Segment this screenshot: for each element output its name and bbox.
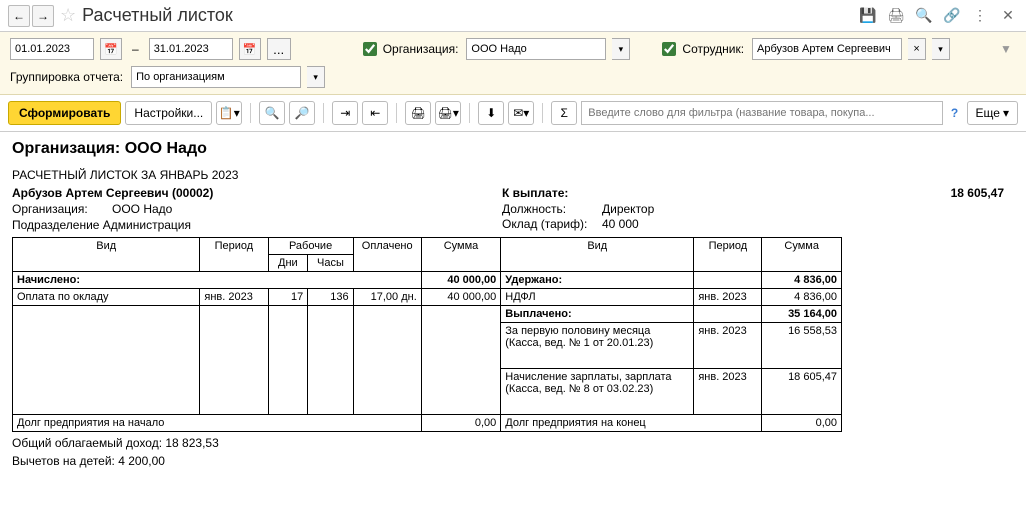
more-button[interactable]: Еще ▾	[967, 101, 1018, 125]
help-icon[interactable]: ?	[947, 106, 963, 120]
emp-combo[interactable]: Арбузов Артем Сергеевич	[752, 38, 902, 60]
email-icon[interactable]: ✉▾	[508, 101, 534, 125]
filter-icon[interactable]: ▼	[996, 39, 1016, 59]
employee-name: Арбузов Артем Сергеевич (00002)	[12, 186, 502, 200]
group-combo[interactable]: По организациям	[131, 66, 301, 88]
preview-icon[interactable]: 🔍	[914, 6, 934, 26]
date-to-input[interactable]	[149, 38, 233, 60]
payslip-table: Вид Период Рабочие Оплачено Сумма Вид Пе…	[12, 237, 842, 432]
favorite-icon[interactable]: ☆	[60, 5, 76, 26]
tax-income: Общий облагаемый доход: 18 823,53	[12, 436, 1014, 450]
save-button[interactable]: ⬇	[478, 101, 504, 125]
group-dropdown-icon[interactable]: ▾	[307, 66, 325, 88]
emp-dropdown-icon[interactable]: ▾	[932, 38, 950, 60]
settings-button[interactable]: Настройки...	[125, 101, 212, 125]
search-input[interactable]	[581, 101, 942, 125]
org-checkbox[interactable]	[363, 42, 377, 56]
emp-checkbox[interactable]	[662, 42, 676, 56]
expand-icon[interactable]: ⇥	[332, 101, 358, 125]
find-icon[interactable]: 🔍	[259, 101, 285, 125]
form-button[interactable]: Сформировать	[8, 101, 121, 125]
group-label: Группировка отчета:	[10, 70, 123, 84]
date-from-picker[interactable]: 📅	[100, 38, 122, 60]
date-range-button[interactable]: ...	[267, 38, 291, 60]
collapse-icon[interactable]: ⇤	[362, 101, 388, 125]
report-header: РАСЧЕТНЫЙ ЛИСТОК ЗА ЯНВАРЬ 2023	[12, 168, 1014, 182]
save-icon[interactable]: 💾	[858, 6, 878, 26]
sum-icon[interactable]: Σ	[551, 101, 577, 125]
emp-clear-icon[interactable]: ×	[908, 38, 926, 60]
emp-label: Сотрудник:	[682, 42, 744, 56]
find-next-icon[interactable]: 🔎	[289, 101, 315, 125]
org-label: Организация:	[383, 42, 459, 56]
close-icon[interactable]: ✕	[998, 6, 1018, 26]
link-icon[interactable]: 🔗	[942, 6, 962, 26]
forward-button[interactable]: →	[32, 5, 54, 27]
print-dropdown-icon[interactable]: 🖨▾	[435, 101, 461, 125]
org-combo[interactable]: ООО Надо	[466, 38, 606, 60]
org-title: Организация: ООО Надо	[12, 140, 1014, 158]
back-button[interactable]: ←	[8, 5, 30, 27]
date-to-picker[interactable]: 📅	[239, 38, 261, 60]
date-from-input[interactable]	[10, 38, 94, 60]
org-dropdown-icon[interactable]: ▾	[612, 38, 630, 60]
page-title: Расчетный листок	[82, 5, 858, 26]
more-icon[interactable]: ⋮	[970, 6, 990, 26]
print-icon[interactable]: 🖨	[886, 6, 906, 26]
copy-settings-icon[interactable]: 📋▾	[216, 101, 242, 125]
deductions: Вычетов на детей: 4 200,00	[12, 454, 1014, 468]
print-button[interactable]: 🖨	[405, 101, 431, 125]
